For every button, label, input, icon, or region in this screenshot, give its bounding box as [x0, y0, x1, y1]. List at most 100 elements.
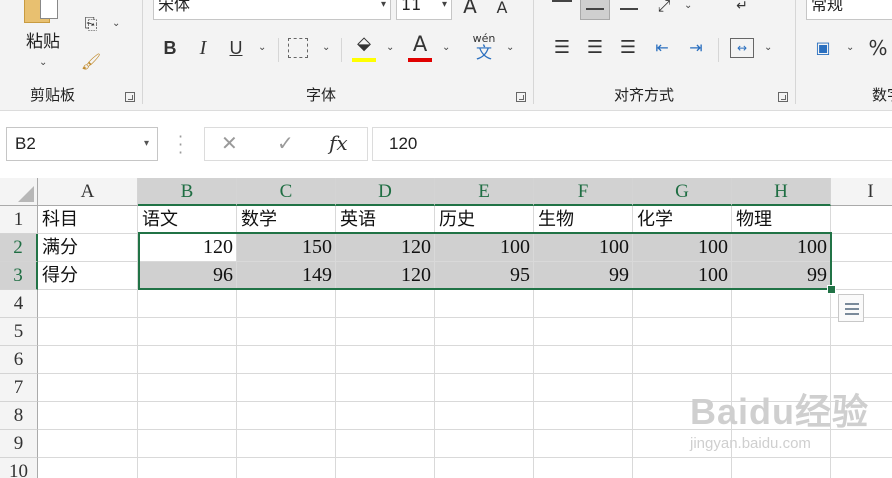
paste-button[interactable]: 粘贴 [20, 30, 66, 54]
formula-input[interactable]: 120 [372, 127, 892, 161]
cell-a6[interactable] [38, 346, 138, 374]
cell-i9[interactable] [831, 430, 892, 458]
decrease-indent-icon[interactable]: ⇤ [650, 36, 674, 60]
cell-i6[interactable] [831, 346, 892, 374]
column-header-g[interactable]: G [633, 178, 732, 206]
column-header-b[interactable]: B [138, 178, 237, 206]
row-header-9[interactable]: 9 [0, 430, 38, 458]
cell-i8[interactable] [831, 402, 892, 430]
row-header-6[interactable]: 6 [0, 346, 38, 374]
cell-a1[interactable]: 科目 [38, 206, 138, 234]
row-header-4[interactable]: 4 [0, 290, 38, 318]
fill-color-dropdown-icon[interactable]: ⌄ [386, 42, 394, 53]
font-size-dropdown[interactable]: 11 ▾ [396, 0, 452, 20]
copy-dropdown-icon[interactable]: ⌄ [112, 18, 120, 29]
cell-a2[interactable]: 满分 [38, 234, 138, 262]
cell-e3[interactable]: 95 [435, 262, 534, 290]
font-name-dropdown[interactable]: 宋体 ▾ [153, 0, 391, 20]
shrink-font-button[interactable]: A [490, 0, 514, 20]
cell-f1[interactable]: 生物 [534, 206, 633, 234]
cell-d1[interactable]: 英语 [336, 206, 435, 234]
cell-f9[interactable] [534, 430, 633, 458]
number-format-dropdown[interactable]: 常规 [806, 0, 892, 20]
paste-dropdown-icon[interactable]: ⌄ [39, 57, 47, 68]
cell-f3[interactable]: 99 [534, 262, 633, 290]
font-color-dropdown-icon[interactable]: ⌄ [442, 42, 450, 53]
merge-dropdown-icon[interactable]: ⌄ [764, 42, 772, 53]
cell-i3[interactable] [831, 262, 892, 290]
increase-indent-icon[interactable]: ⇥ [684, 36, 708, 60]
cell-i2[interactable] [831, 234, 892, 262]
cell-b3[interactable]: 96 [138, 262, 237, 290]
cell-i10[interactable] [831, 458, 892, 478]
cell-h8[interactable] [732, 402, 831, 430]
cell-g10[interactable] [633, 458, 732, 478]
cell-g3[interactable]: 100 [633, 262, 732, 290]
cell-d2[interactable]: 120 [336, 234, 435, 262]
middle-align-button[interactable] [580, 0, 610, 20]
name-box[interactable]: B2 ▾ [6, 127, 158, 161]
cell-a3[interactable]: 得分 [38, 262, 138, 290]
cell-b1[interactable]: 语文 [138, 206, 237, 234]
format-painter-icon[interactable]: 🖌 [80, 50, 102, 74]
italic-button[interactable]: I [191, 36, 215, 60]
column-header-f[interactable]: F [534, 178, 633, 206]
cell-e6[interactable] [435, 346, 534, 374]
cell-a5[interactable] [38, 318, 138, 346]
merge-center-icon[interactable]: ↔ [730, 38, 754, 58]
cell-f8[interactable] [534, 402, 633, 430]
column-header-d[interactable]: D [336, 178, 435, 206]
cell-b5[interactable] [138, 318, 237, 346]
cell-h5[interactable] [732, 318, 831, 346]
cell-e5[interactable] [435, 318, 534, 346]
chevron-down-icon[interactable]: ▾ [144, 128, 149, 160]
row-header-2[interactable]: 2 [0, 234, 38, 262]
quick-analysis-icon[interactable] [838, 294, 864, 322]
insert-function-button[interactable]: fx [329, 131, 348, 155]
phonetic-button[interactable]: 文 [470, 44, 498, 62]
cell-d10[interactable] [336, 458, 435, 478]
cell-h7[interactable] [732, 374, 831, 402]
worksheet-grid[interactable]: ABCDEFGHI 1 2 3 4 5 6 7 8 9 10 科目 语文 数学 英语 历史 生物 化学 物理 满分… [0, 176, 892, 478]
cell-e7[interactable] [435, 374, 534, 402]
cell-g2[interactable]: 100 [633, 234, 732, 262]
cell-h2[interactable]: 100 [732, 234, 831, 262]
percent-button[interactable]: % [866, 36, 890, 60]
cell-h10[interactable] [732, 458, 831, 478]
cell-a9[interactable] [38, 430, 138, 458]
cell-f6[interactable] [534, 346, 633, 374]
cell-c7[interactable] [237, 374, 336, 402]
cell-c1[interactable]: 数学 [237, 206, 336, 234]
cell-e2[interactable]: 100 [435, 234, 534, 262]
cell-c5[interactable] [237, 318, 336, 346]
clipboard-launcher-icon[interactable] [125, 92, 135, 102]
fill-color-icon[interactable]: ⬙ [352, 32, 376, 56]
cell-e9[interactable] [435, 430, 534, 458]
cell-c8[interactable] [237, 402, 336, 430]
cell-a10[interactable] [38, 458, 138, 478]
cell-c4[interactable] [237, 290, 336, 318]
cell-g4[interactable] [633, 290, 732, 318]
cell-g7[interactable] [633, 374, 732, 402]
cell-h1[interactable]: 物理 [732, 206, 831, 234]
cell-d6[interactable] [336, 346, 435, 374]
cell-i5[interactable] [831, 318, 892, 346]
top-align-icon[interactable] [552, 0, 572, 2]
font-launcher-icon[interactable] [516, 92, 526, 102]
formula-bar-grip-icon[interactable]: · · · [178, 129, 183, 161]
column-header-e[interactable]: E [435, 178, 534, 206]
cell-d5[interactable] [336, 318, 435, 346]
cell-i1[interactable] [831, 206, 892, 234]
cell-f5[interactable] [534, 318, 633, 346]
cell-f10[interactable] [534, 458, 633, 478]
cell-b2[interactable]: 120 [138, 234, 237, 262]
cell-d8[interactable] [336, 402, 435, 430]
cell-i7[interactable] [831, 374, 892, 402]
row-header-5[interactable]: 5 [0, 318, 38, 346]
row-header-10[interactable]: 10 [0, 458, 38, 478]
cell-h9[interactable] [732, 430, 831, 458]
alignment-launcher-icon[interactable] [778, 92, 788, 102]
align-center-icon[interactable]: ☰ [583, 36, 607, 60]
cell-g5[interactable] [633, 318, 732, 346]
cell-g6[interactable] [633, 346, 732, 374]
